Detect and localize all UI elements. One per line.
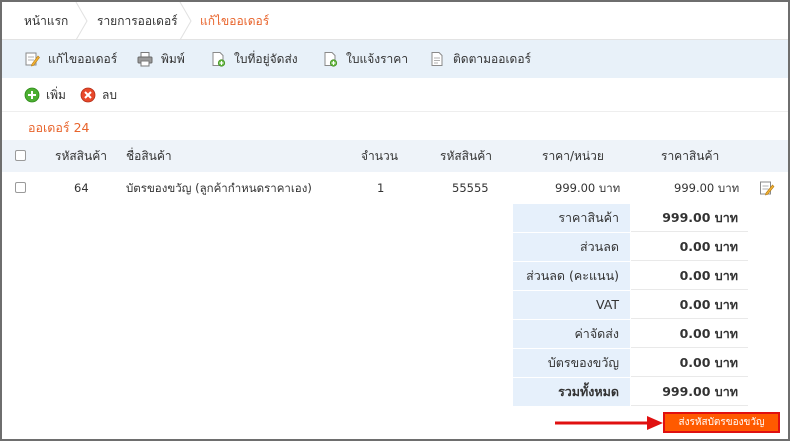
summary-value: 0.00 บาท bbox=[631, 291, 748, 319]
summary-row-subtotal: ราคาสินค้า 999.00 บาท bbox=[513, 204, 748, 233]
column-header-name: ชื่อสินค้า bbox=[126, 149, 172, 163]
breadcrumb-edit-order: แก้ไขออเดอร์ bbox=[200, 14, 270, 28]
edit-order-label: แก้ไขออเดอร์ bbox=[48, 51, 118, 66]
summary-label: บัตรของขวัญ bbox=[513, 349, 630, 377]
summary-value: 0.00 บาท bbox=[631, 320, 748, 348]
summary-value: 0.00 บาท bbox=[631, 349, 748, 377]
cell-name: บัตรของขวัญ (ลูกค้ากำหนดราคาเอง) bbox=[126, 181, 312, 195]
edit-order-button[interactable]: แก้ไขออเดอร์ bbox=[24, 40, 117, 78]
select-all-checkbox[interactable] bbox=[15, 150, 26, 161]
document-add-icon bbox=[210, 51, 226, 67]
cell-unit-price: 999.00 บาท bbox=[555, 181, 621, 195]
document-add-icon bbox=[322, 51, 338, 67]
delete-button[interactable]: ลบ bbox=[80, 78, 117, 112]
print-button[interactable]: พิมพ์ bbox=[137, 40, 185, 78]
column-header-code: รหัสสินค้า bbox=[440, 149, 492, 163]
column-header-quantity: จำนวน bbox=[361, 149, 398, 163]
add-button[interactable]: เพิ่ม bbox=[24, 78, 66, 112]
delete-circle-icon bbox=[80, 87, 96, 103]
order-edit-window: หน้าแรก รายการออเดอร์ แก้ไขออเดอร์ แก้ไข… bbox=[0, 0, 790, 441]
summary-total-value: 999.00 บาท bbox=[631, 378, 748, 406]
order-title: ออเดอร์ 24 bbox=[28, 120, 90, 135]
cell-quantity: 1 bbox=[377, 181, 385, 195]
table-header: รหัสสินค้า ชื่อสินค้า จำนวน รหัสสินค้า ร… bbox=[2, 140, 788, 172]
quotation-button[interactable]: ใบแจ้งราคา bbox=[322, 40, 408, 78]
track-order-label: ติดตามออเดอร์ bbox=[453, 51, 531, 66]
summary-row-vat: VAT 0.00 บาท bbox=[513, 291, 748, 320]
summary-value: 999.00 บาท bbox=[631, 204, 748, 232]
summary-value: 0.00 บาท bbox=[631, 233, 748, 261]
add-label: เพิ่ม bbox=[46, 87, 66, 102]
edit-row-icon[interactable] bbox=[759, 180, 775, 196]
summary-value: 0.00 บาท bbox=[631, 262, 748, 290]
delete-label: ลบ bbox=[102, 87, 117, 102]
summary-row-discount: ส่วนลด 0.00 บาท bbox=[513, 233, 748, 262]
breadcrumb-separator-icon bbox=[178, 2, 194, 40]
order-toolbar: แก้ไขออเดอร์ พิมพ์ ใบที่อยู่จัดส่ง ใบแจ้… bbox=[2, 40, 788, 78]
document-icon bbox=[429, 51, 445, 67]
shipping-slip-button[interactable]: ใบที่อยู่จัดส่ง bbox=[210, 40, 298, 78]
shipping-slip-label: ใบที่อยู่จัดส่ง bbox=[234, 51, 298, 66]
row-actions: เพิ่ม ลบ bbox=[2, 78, 788, 112]
plus-circle-icon bbox=[24, 87, 40, 103]
edit-document-icon bbox=[24, 51, 40, 67]
print-label: พิมพ์ bbox=[161, 51, 185, 66]
quotation-label: ใบแจ้งราคา bbox=[346, 51, 409, 66]
row-checkbox[interactable] bbox=[15, 182, 26, 193]
breadcrumb: หน้าแรก รายการออเดอร์ แก้ไขออเดอร์ bbox=[2, 2, 788, 40]
summary-row-points-discount: ส่วนลด (คะแนน) 0.00 บาท bbox=[513, 262, 748, 291]
arrow-right-icon bbox=[555, 416, 663, 430]
summary-label: ส่วนลด bbox=[513, 233, 630, 261]
summary-label: ค่าจัดส่ง bbox=[513, 320, 630, 348]
breadcrumb-separator-icon bbox=[74, 2, 90, 40]
column-header-unit-price: ราคา/หน่วย bbox=[542, 149, 604, 163]
summary-row-shipping: ค่าจัดส่ง 0.00 บาท bbox=[513, 320, 748, 349]
summary-total-label: รวมทั้งหมด bbox=[513, 378, 630, 406]
summary-row-total: รวมทั้งหมด 999.00 บาท bbox=[513, 378, 748, 407]
send-gift-card-code-button[interactable]: ส่งรหัสบัตรของขวัญ bbox=[663, 412, 780, 433]
cell-price: 999.00 บาท bbox=[674, 181, 740, 195]
column-header-id: รหัสสินค้า bbox=[55, 149, 107, 163]
track-order-button[interactable]: ติดตามออเดอร์ bbox=[429, 40, 531, 78]
summary-label: ส่วนลด (คะแนน) bbox=[513, 262, 630, 290]
table-row: 64 บัตรของขวัญ (ลูกค้ากำหนดราคาเอง) 1 55… bbox=[2, 172, 788, 204]
summary-label: VAT bbox=[513, 291, 630, 319]
cell-code: 55555 bbox=[452, 181, 489, 195]
summary-row-gift-card: บัตรของขวัญ 0.00 บาท bbox=[513, 349, 748, 378]
cell-id: 64 bbox=[74, 181, 89, 195]
breadcrumb-orders[interactable]: รายการออเดอร์ bbox=[97, 2, 178, 40]
summary-label: ราคาสินค้า bbox=[513, 204, 630, 232]
breadcrumb-home[interactable]: หน้าแรก bbox=[24, 2, 68, 40]
column-header-price: ราคาสินค้า bbox=[661, 149, 720, 163]
printer-icon bbox=[137, 51, 153, 67]
